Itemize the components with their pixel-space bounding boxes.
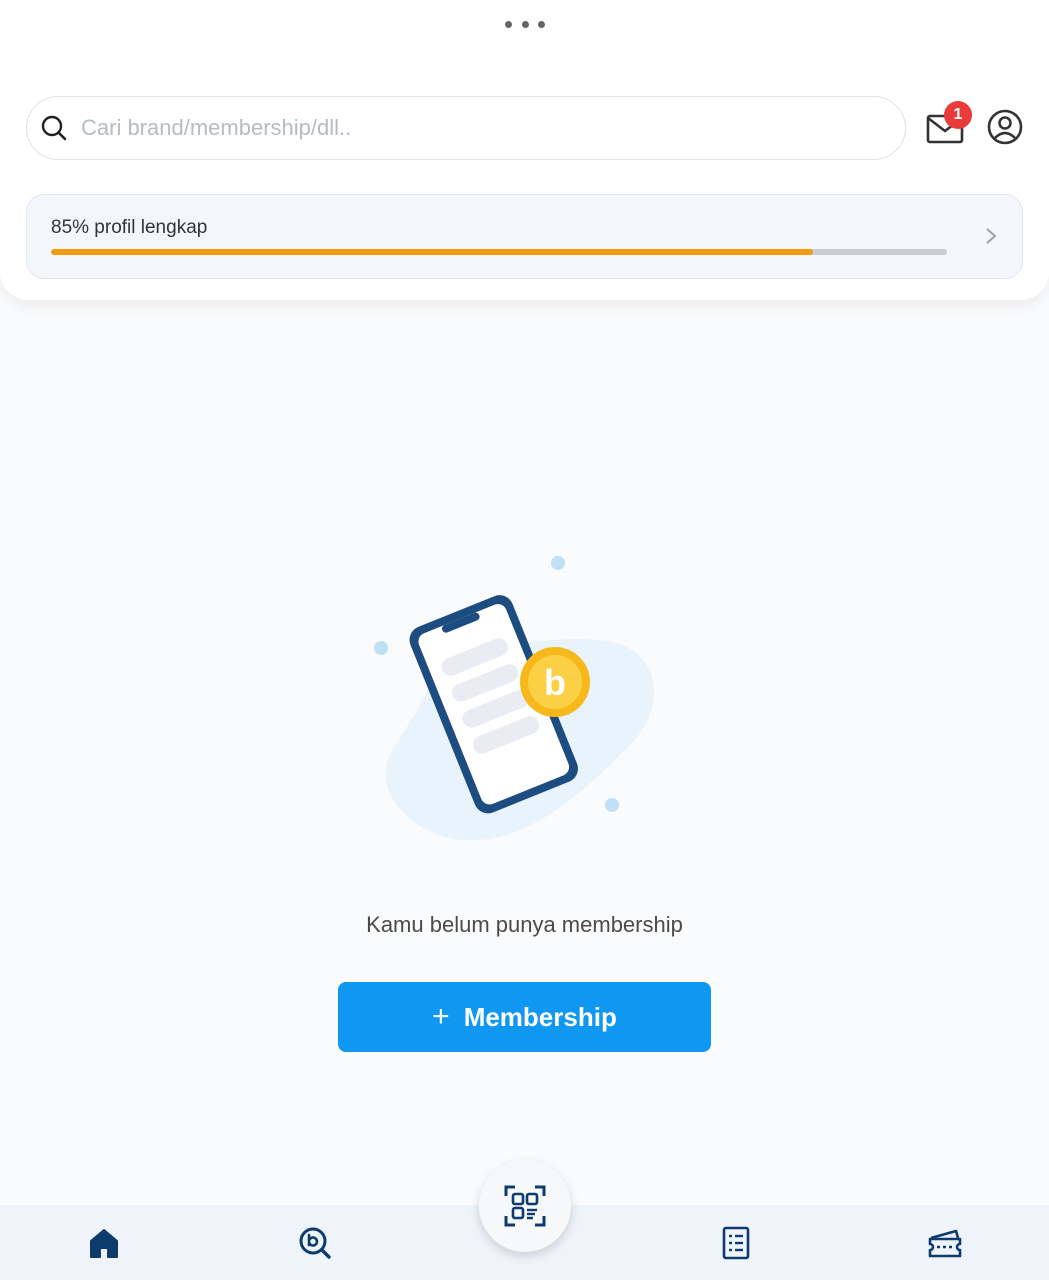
chevron-right-icon (986, 228, 997, 244)
search-icon (39, 113, 69, 143)
plus-icon: + (432, 1000, 450, 1033)
profile-button[interactable] (986, 108, 1024, 146)
qr-scan-icon (504, 1185, 546, 1227)
empty-state-message: Kamu belum punya membership (366, 912, 683, 937)
profile-progress-label: 85% profil lengkap (51, 217, 208, 238)
profile-progress-fill (51, 249, 813, 255)
brand-search-icon (299, 1227, 331, 1259)
svg-text:b: b (544, 662, 566, 703)
ticket-icon (928, 1229, 962, 1258)
notification-badge: 1 (944, 101, 972, 129)
header-card: 1 85% profil lengkap (0, 0, 1049, 300)
search-bar[interactable] (26, 96, 906, 160)
receipt-icon (722, 1226, 750, 1260)
nav-home[interactable] (86, 1225, 122, 1261)
add-membership-label: Membership (463, 1001, 617, 1032)
nav-explore[interactable] (297, 1225, 333, 1261)
user-circle-icon (987, 109, 1023, 145)
nav-vouchers[interactable] (927, 1225, 963, 1261)
profile-progress-card[interactable]: 85% profil lengkap (26, 194, 1023, 279)
more-options-icon[interactable] (505, 18, 545, 30)
search-input[interactable] (81, 115, 905, 141)
scan-qr-button[interactable] (479, 1160, 571, 1252)
add-membership-button[interactable]: + Membership (338, 982, 711, 1052)
nav-transactions[interactable] (718, 1225, 754, 1261)
profile-progress-bar (51, 249, 947, 255)
home-icon (90, 1229, 118, 1258)
empty-membership-illustration: b (374, 556, 654, 841)
